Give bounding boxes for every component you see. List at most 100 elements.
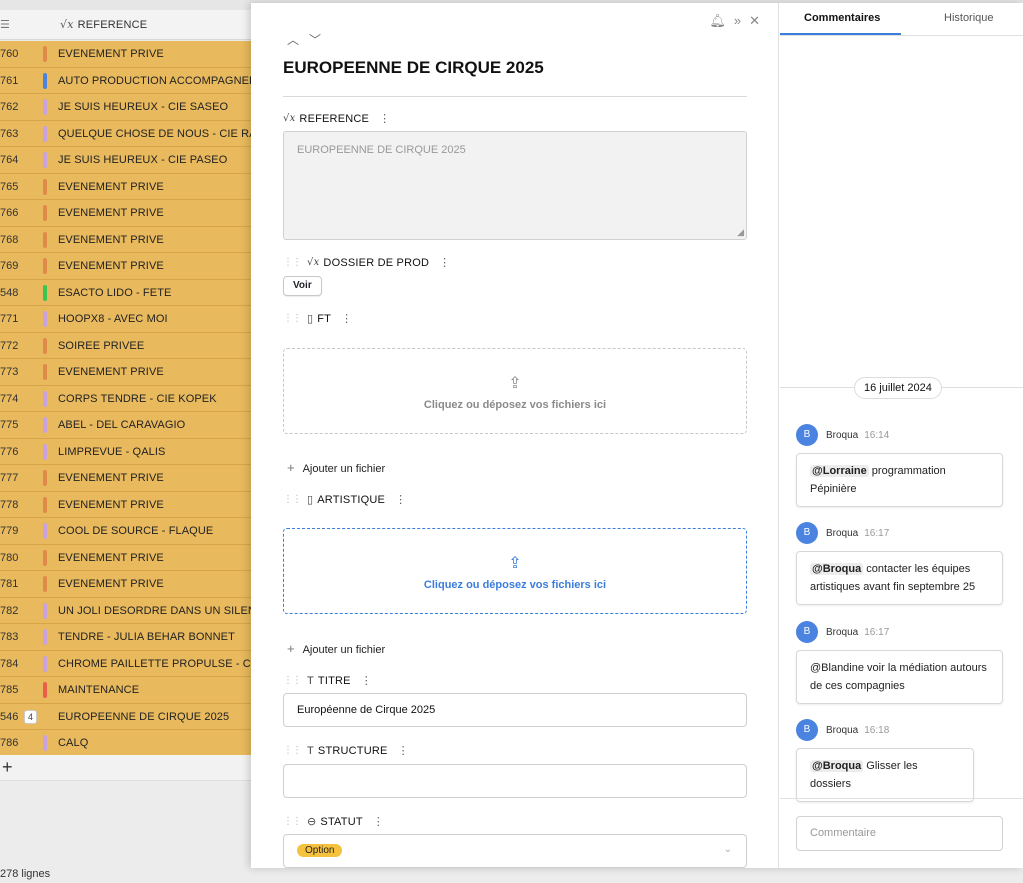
date-badge: 16 juillet 2024 [854, 377, 942, 399]
field-menu-icon[interactable]: ⋮ [439, 256, 450, 269]
resize-handle-icon[interactable]: ◢ [737, 227, 744, 238]
mention-tag[interactable]: @Broqua [810, 563, 864, 575]
row-number: 781 [0, 578, 19, 590]
color-tag [43, 46, 47, 62]
field-menu-icon[interactable]: ⋮ [373, 815, 384, 828]
close-icon[interactable]: ✕ [749, 13, 760, 29]
mention-tag[interactable]: @Lorraine [810, 465, 869, 477]
structure-input[interactable] [283, 764, 747, 798]
reference-cell: JE SUIS HEUREUX - CIE SASEO [58, 101, 229, 113]
row-number: 776 [0, 445, 19, 458]
field-menu-icon[interactable]: ⋮ [395, 493, 406, 506]
color-tag [43, 337, 47, 354]
color-tag [43, 311, 47, 327]
comment-count-badge: 4 [24, 709, 38, 724]
field-label-dossier: ⋮⋮ √x DOSSIER DE PROD ⋮ [283, 256, 451, 270]
formula-icon: √x [283, 113, 296, 124]
drag-handle-icon[interactable]: ⋮⋮ [283, 745, 302, 756]
comment-input[interactable]: Commentaire [796, 816, 1003, 851]
color-tag [43, 470, 47, 486]
reference-cell: TENDRE - JULIA BEHAR BONNET [58, 631, 235, 643]
color-tag [43, 99, 47, 115]
color-tag [43, 735, 47, 751]
comments-panel: Commentaires Historique 16 juillet 2024 … [780, 3, 1023, 868]
tab-historique[interactable]: Historique [944, 12, 994, 24]
drag-handle-icon[interactable]: ⋮⋮ [283, 494, 302, 505]
reference-cell: EVENEMENT PRIVE [58, 472, 164, 484]
color-tag [43, 284, 47, 301]
color-tag [43, 72, 47, 89]
reference-cell: CHROME PAILLETTE PROPULSE - CIRQ [58, 657, 271, 670]
expand-icon[interactable]: » [734, 13, 741, 28]
row-number: 774 [0, 392, 19, 405]
row-number: 769 [0, 260, 19, 272]
reference-cell: SOIREE PRIVEE [58, 339, 145, 352]
row-number: 783 [0, 631, 19, 643]
avatar: B [796, 621, 818, 643]
artistique-add-file-button[interactable]: + Ajouter un fichier [287, 641, 385, 656]
previous-record-icon[interactable]: ︿ [287, 31, 303, 48]
field-label-reference: √x REFERENCE ⋮ [283, 112, 391, 126]
plus-icon: + [287, 460, 295, 475]
field-menu-icon[interactable]: ⋮ [341, 312, 352, 325]
reference-textarea[interactable]: EUROPEENNE DE CIRQUE 2025 ◢ [283, 131, 747, 240]
color-tag [43, 549, 47, 566]
column-header-reference[interactable]: √x REFERENCE [60, 18, 147, 31]
comment-time: 16:17 [864, 527, 890, 539]
row-handle-icon[interactable]: ☰ [0, 18, 10, 31]
ft-dropzone[interactable]: ⇪ Cliquez ou déposez vos fichiers ici [283, 348, 747, 434]
row-number: 546 [0, 710, 19, 723]
comment-header: B Broqua 16:18 [796, 719, 974, 741]
field-label-statut: ⋮⋮ ⊖ STATUT ⋮ [283, 815, 384, 829]
next-record-icon[interactable]: ﹀ [309, 31, 325, 48]
active-tab-indicator [780, 33, 901, 35]
artistique-dropzone[interactable]: ⇪ Cliquez ou déposez vos fichiers ici [283, 528, 747, 614]
field-menu-icon[interactable]: ⋮ [361, 674, 372, 687]
comment-author: Broqua [826, 527, 859, 539]
panel-actions: 🔔︎ » ✕ [701, 13, 760, 29]
record-title: EUROPEENNE DE CIRQUE 2025 [283, 58, 544, 77]
comment-author: Broqua [826, 429, 859, 441]
tab-commentaires[interactable]: Commentaires [804, 12, 880, 24]
divider [283, 96, 747, 97]
comment-body[interactable]: @Blandine voir la médiation autours de c… [796, 650, 1003, 704]
record-nav: ︿ ﹀ [287, 31, 331, 48]
field-menu-icon[interactable]: ⋮ [398, 744, 409, 757]
comment-body[interactable]: @Broqua Glisser les dossiers [796, 748, 974, 802]
reference-cell: HOOPX8 - AVEC MOI [58, 313, 168, 325]
plus-icon: + [287, 641, 295, 656]
row-number: 775 [0, 419, 19, 431]
color-tag [43, 576, 47, 592]
color-tag [43, 602, 47, 619]
comment-body[interactable]: @Lorraine programmation Pépinière [796, 453, 1003, 507]
field-menu-icon[interactable]: ⋮ [379, 112, 390, 125]
statut-select[interactable]: Option ⌄ [283, 834, 747, 868]
add-row-icon[interactable]: + [2, 757, 13, 778]
drag-handle-icon[interactable]: ⋮⋮ [283, 816, 302, 827]
color-tag [43, 443, 47, 460]
reference-cell: QUELQUE CHOSE DE NOUS - CIE RAMI [58, 127, 270, 140]
reference-cell: AUTO PRODUCTION ACCOMPAGNEE [58, 74, 257, 87]
reference-cell: UN JOLI DESORDRE DANS UN SILENCE [58, 604, 272, 617]
formula-icon: √x [60, 18, 74, 31]
row-number: 780 [0, 551, 19, 564]
drag-handle-icon[interactable]: ⋮⋮ [283, 675, 302, 686]
reference-cell: EVENEMENT PRIVE [58, 233, 164, 246]
comment-time: 16:14 [864, 429, 890, 441]
comment-header: B Broqua 16:17 [796, 522, 1003, 544]
comment-header: B Broqua 16:14 [796, 424, 1003, 446]
drag-handle-icon[interactable]: ⋮⋮ [283, 313, 302, 324]
color-tag [43, 390, 47, 407]
text-type-icon: T [307, 674, 314, 687]
drag-handle-icon[interactable]: ⋮⋮ [283, 257, 302, 268]
comment-body[interactable]: @Broqua contacter les équipes artistique… [796, 551, 1003, 605]
color-tag [43, 178, 47, 195]
bell-icon[interactable]: 🔔︎ [709, 13, 726, 29]
comment-author: Broqua [826, 724, 859, 736]
titre-input[interactable]: Européenne de Cirque 2025 [283, 693, 747, 727]
avatar: B [796, 522, 818, 544]
mention-tag[interactable]: @Broqua [810, 760, 864, 772]
ft-add-file-button[interactable]: + Ajouter un fichier [287, 460, 385, 475]
voir-button[interactable]: Voir [283, 276, 322, 296]
reference-cell: EVENEMENT PRIVE [58, 260, 164, 272]
